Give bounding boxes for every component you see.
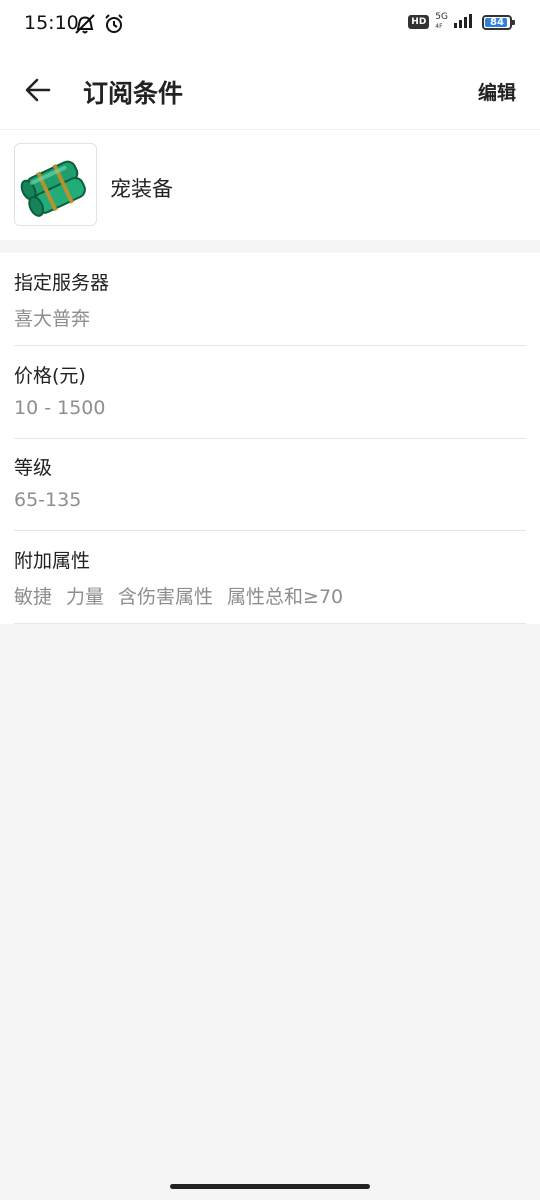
- condition-label: 价格(元): [14, 365, 86, 387]
- battery-level: 84: [490, 16, 504, 28]
- condition-value: 10 - 1500: [14, 397, 106, 419]
- home-indicator[interactable]: [170, 1184, 370, 1189]
- item-card[interactable]: 宠装备: [0, 130, 540, 240]
- edit-button[interactable]: 编辑: [478, 78, 516, 105]
- condition-row-price: 价格(元) 10 - 1500: [14, 346, 526, 439]
- condition-label: 附加属性: [14, 550, 91, 572]
- attribute-tag: 力量: [66, 586, 105, 608]
- alarm-icon: [103, 13, 125, 39]
- attribute-tag: 属性总和≥70: [227, 586, 344, 608]
- network-type: 5G 4F: [435, 12, 448, 31]
- signal-icon: [454, 12, 476, 32]
- app-bar: 订阅条件 编辑: [0, 48, 540, 130]
- page-title: 订阅条件: [83, 79, 184, 108]
- pet-equipment-icon: [14, 143, 97, 226]
- back-arrow-icon[interactable]: [22, 74, 54, 106]
- status-right: HD 5G 4F 84: [408, 12, 515, 32]
- condition-label: 指定服务器: [14, 272, 110, 294]
- battery-cap: [512, 19, 515, 25]
- condition-value: 喜大普奔: [14, 308, 91, 330]
- condition-row-level: 等级 65-135: [14, 438, 526, 531]
- condition-row-server: 指定服务器 喜大普奔: [14, 253, 526, 346]
- attribute-tag: 含伤害属性: [118, 586, 214, 608]
- item-name: 宠装备: [110, 177, 173, 201]
- status-time: 15:10: [24, 12, 79, 34]
- condition-row-attributes: 附加属性 敏捷 力量 含伤害属性 属性总和≥70: [14, 531, 526, 624]
- conditions-panel: 指定服务器 喜大普奔 价格(元) 10 - 1500 等级 65-135 附加属…: [0, 253, 540, 624]
- attribute-tag-list: 敏捷 力量 含伤害属性 属性总和≥70: [14, 582, 343, 609]
- mute-icon: [73, 13, 97, 39]
- condition-value: 65-135: [14, 489, 82, 511]
- hd-badge: HD: [408, 15, 430, 29]
- condition-label: 等级: [14, 457, 53, 479]
- attribute-tag: 敏捷: [14, 586, 53, 608]
- battery-icon: 84: [482, 14, 515, 30]
- status-bar: 15:10 HD 5G 4F 84: [0, 0, 540, 48]
